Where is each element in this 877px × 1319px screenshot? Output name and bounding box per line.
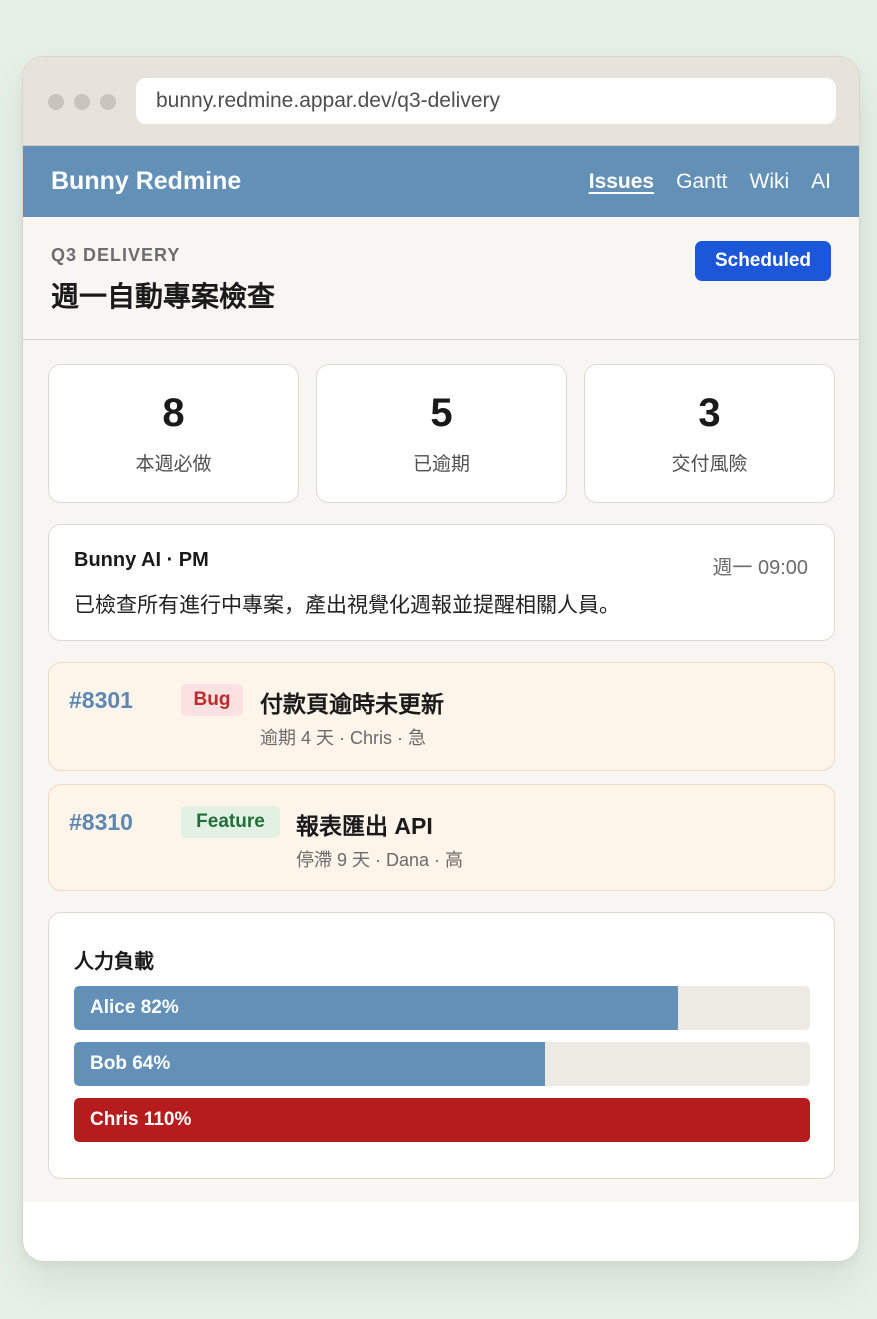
issue-title[interactable]: 報表匯出 API <box>296 807 433 841</box>
page-title: 週一自動專案檢查 <box>51 281 276 312</box>
ai-message-card: Bunny AI · PM 週一 09:00 已檢查所有進行中專案，產出視覺化週… <box>48 524 835 641</box>
workload-bar-alice: Alice 82% <box>74 986 810 1030</box>
brand-logo[interactable]: Bunny Redmine <box>51 146 241 217</box>
workload-bar-label: Chris 110% <box>90 1109 192 1130</box>
main-content: Q3 DELIVERY 週一自動專案檢查 Scheduled 8 本週必做 5 … <box>23 217 859 1202</box>
ai-sender: Bunny AI · PM <box>74 549 209 571</box>
nav-link-issues[interactable]: Issues <box>589 170 654 194</box>
project-header: Q3 DELIVERY 週一自動專案檢查 Scheduled <box>23 217 859 340</box>
browser-window: bunny.redmine.appar.dev/q3-delivery Bunn… <box>22 56 860 1262</box>
project-eyebrow: Q3 DELIVERY <box>51 245 181 265</box>
browser-chrome: bunny.redmine.appar.dev/q3-delivery <box>23 57 859 146</box>
nav-link-ai[interactable]: AI <box>811 170 831 194</box>
stat-card-must-do[interactable]: 8 本週必做 <box>48 364 299 503</box>
workload-title: 人力負載 <box>74 951 154 973</box>
workload-bar-chris: Chris 110% <box>74 1098 810 1142</box>
window-minimize-dot[interactable] <box>74 94 90 110</box>
issue-id-link[interactable]: #8310 <box>69 809 133 836</box>
stat-label: 交付風險 <box>671 454 748 475</box>
window-close-dot[interactable] <box>48 94 64 110</box>
workload-card: 人力負載 Alice 82% Bob 64% Chris 110% <box>48 912 835 1179</box>
issue-row[interactable]: #8301 Bug 付款頁逾時未更新 逾期 4 天 · Chris · 急 <box>48 662 835 771</box>
stat-label: 本週必做 <box>135 454 212 475</box>
stat-card-delivery-risk[interactable]: 3 交付風險 <box>584 364 835 503</box>
stat-card-overdue[interactable]: 5 已逾期 <box>316 364 567 503</box>
status-badge[interactable]: Scheduled <box>695 241 831 281</box>
workload-bar-bob: Bob 64% <box>74 1042 810 1086</box>
app-navbar: Bunny Redmine Issues Gantt Wiki AI <box>23 146 859 217</box>
issue-meta: 停滯 9 天 · Dana · 高 <box>296 850 464 870</box>
stats-row: 8 本週必做 5 已逾期 3 交付風險 <box>48 364 835 503</box>
issue-title[interactable]: 付款頁逾時未更新 <box>260 685 444 719</box>
issue-meta: 逾期 4 天 · Chris · 急 <box>260 728 427 748</box>
nav-links: Issues Gantt Wiki AI <box>567 146 831 217</box>
ai-message-text: 已檢查所有進行中專案，產出視覺化週報並提醒相關人員。 <box>74 594 620 617</box>
ai-timestamp: 週一 09:00 <box>712 557 808 579</box>
issue-tag-bug: Bug <box>181 684 243 716</box>
issue-id-link[interactable]: #8301 <box>69 687 133 714</box>
stat-value: 5 <box>430 391 453 435</box>
nav-link-gantt[interactable]: Gantt <box>676 170 727 194</box>
stat-label: 已逾期 <box>412 454 470 475</box>
workload-bar-label: Bob 64% <box>90 1053 171 1074</box>
issue-tag-feature: Feature <box>181 806 280 838</box>
workload-bar-label: Alice 82% <box>90 997 179 1018</box>
window-maximize-dot[interactable] <box>100 94 116 110</box>
issue-row[interactable]: #8310 Feature 報表匯出 API 停滯 9 天 · Dana · 高 <box>48 784 835 891</box>
stat-value: 8 <box>162 391 185 435</box>
nav-link-wiki[interactable]: Wiki <box>750 170 790 194</box>
stat-value: 3 <box>698 391 721 435</box>
address-bar[interactable]: bunny.redmine.appar.dev/q3-delivery <box>136 78 836 124</box>
